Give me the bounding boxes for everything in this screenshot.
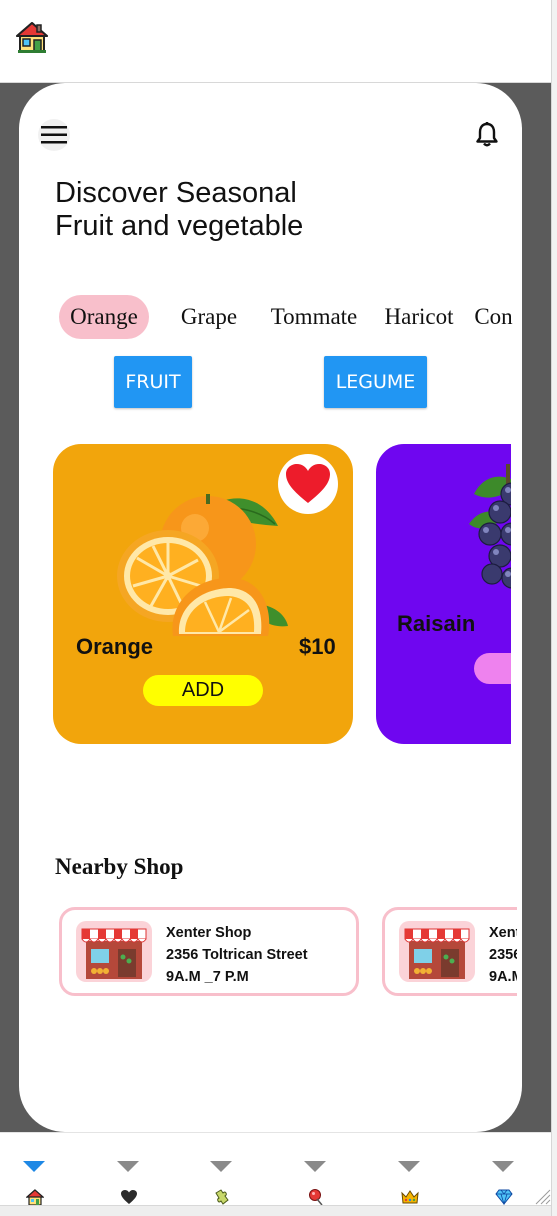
shop-info: Xenter Shop 2356 Toltrican Street 9A.M _…: [489, 922, 517, 988]
shop-storefront-image: [399, 921, 475, 982]
puzzle-icon: [212, 1188, 232, 1206]
nav-item-favorites[interactable]: [99, 1133, 159, 1209]
heart-icon: [286, 464, 330, 503]
shop-name: Xenter Shop: [166, 925, 252, 941]
shop-name: Xenter Shop: [489, 925, 517, 941]
hamburger-menu-icon: [41, 126, 67, 144]
chip-grape[interactable]: Grape: [169, 295, 249, 339]
category-chips: Orange Grape Tommate Haricot Con: [19, 295, 522, 339]
chip-con[interactable]: Con: [471, 295, 516, 339]
house-icon: [25, 1188, 45, 1206]
add-to-cart-button[interactable]: [474, 653, 511, 684]
favorite-button[interactable]: [278, 454, 338, 514]
shop-storefront-image: [76, 921, 152, 982]
nav-item-puzzle[interactable]: [192, 1133, 252, 1209]
chevron-down-icon: [304, 1161, 326, 1172]
nav-item-diamond[interactable]: [474, 1133, 534, 1209]
chevron-down-icon: [210, 1161, 232, 1172]
product-carousel[interactable]: Orange $10 ADD Raisain: [53, 444, 511, 744]
menu-button[interactable]: [38, 119, 70, 151]
nearby-shop-title: Nearby Shop: [55, 854, 184, 879]
chip-orange[interactable]: Orange: [59, 295, 149, 339]
shop-hours: 9A.M _7 P.M: [489, 969, 517, 985]
shop-carousel[interactable]: Xenter Shop 2356 Toltrican Street 9A.M _…: [57, 905, 517, 999]
product-name: Raisain: [397, 611, 476, 636]
chevron-down-icon: [117, 1161, 139, 1172]
shop-info: Xenter Shop 2356 Toltrican Street 9A.M _…: [166, 922, 308, 988]
shop-hours: 9A.M _7 P.M: [166, 969, 249, 985]
fruit-button[interactable]: FRUIT: [114, 356, 192, 408]
house-icon[interactable]: [15, 21, 49, 53]
orange-fruit-image: [117, 494, 288, 636]
bottom-navigation: [0, 1132, 551, 1216]
bell-icon: [476, 122, 498, 147]
resize-grip-icon[interactable]: [533, 1187, 551, 1205]
app-header: [0, 0, 553, 83]
map-pin-icon: [306, 1188, 326, 1206]
chevron-down-icon: [398, 1161, 420, 1172]
nav-item-crown[interactable]: [380, 1133, 440, 1209]
nav-item-location[interactable]: [286, 1133, 346, 1209]
chip-haricot[interactable]: Haricot: [379, 295, 459, 339]
bottom-strip: [0, 1205, 551, 1216]
legume-button[interactable]: LEGUME: [324, 356, 427, 408]
shop-address: 2356 Toltrican Street: [166, 947, 308, 963]
crown-icon: [400, 1188, 420, 1206]
shop-address: 2356 Toltrican Street: [489, 947, 517, 963]
product-name: Orange: [76, 634, 154, 659]
page-scrollbar[interactable]: [551, 0, 557, 1216]
shop-card[interactable]: Xenter Shop 2356 Toltrican Street 9A.M _…: [382, 907, 517, 996]
grape-fruit-image: [469, 464, 511, 589]
product-price: $10: [299, 634, 336, 659]
shop-card[interactable]: Xenter Shop 2356 Toltrican Street 9A.M _…: [59, 907, 359, 996]
add-to-cart-button[interactable]: ADD: [143, 675, 263, 706]
notifications-button[interactable]: [471, 119, 503, 151]
chevron-down-icon: [492, 1161, 514, 1172]
nav-item-home[interactable]: [5, 1133, 65, 1209]
product-card-raisain[interactable]: Raisain: [376, 444, 511, 744]
page-title: Discover Seasonal Fruit and vegetable: [55, 177, 304, 242]
main-card: Discover Seasonal Fruit and vegetable Or…: [19, 83, 522, 1132]
chip-tommate[interactable]: Tommate: [264, 295, 364, 339]
active-indicator-arrow: [23, 1161, 45, 1172]
heart-icon: [119, 1188, 139, 1206]
diamond-icon: [494, 1188, 514, 1206]
product-card-orange[interactable]: Orange $10 ADD: [53, 444, 353, 744]
